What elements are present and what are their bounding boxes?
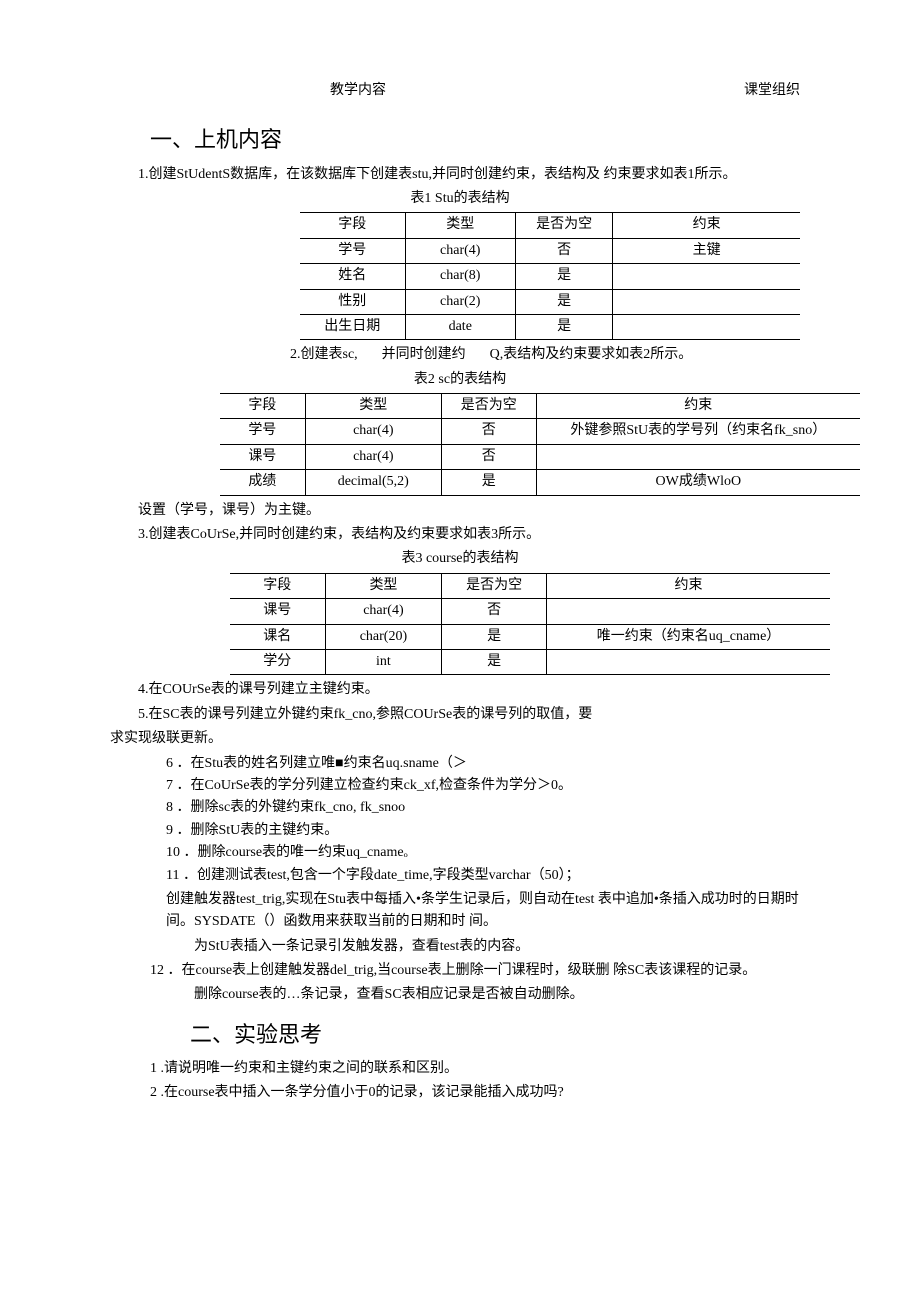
- p4: 4.在COUrSe表的课号列建立主键约束。: [138, 679, 810, 701]
- cell: 否: [442, 599, 547, 624]
- list-item: 8 ．删除sc表的外键约束fk_cno, fk_snoo: [166, 797, 810, 819]
- cell: 出生日期: [300, 314, 405, 339]
- section1-title: 一、上机内容: [150, 122, 810, 157]
- p2a: 2.创建表sc,: [290, 344, 358, 366]
- th: 是否为空: [442, 573, 547, 598]
- cell: char(4): [405, 238, 515, 263]
- cell: [613, 289, 800, 314]
- p2d: 设置（学号，课号）为主键。: [138, 500, 810, 522]
- p11a-text: 创建触发器test_trig,实现在Stu表中每插入•条学生记录后，则自动在te…: [166, 892, 799, 929]
- p12a: 12 ．在course表上创建触发器del_trig,当course表上删除一门…: [150, 960, 810, 982]
- th: 约束: [613, 213, 800, 238]
- th: 字段: [230, 573, 325, 598]
- cell: 是: [442, 624, 547, 649]
- cell: char(4): [305, 444, 441, 469]
- cell: date: [405, 314, 515, 339]
- table-row: 学分 int 是: [230, 650, 830, 675]
- cell: decimal(5,2): [305, 470, 441, 495]
- list-item: 11 ．创建测试表test,包含一个字段date_time,字段类型varcha…: [166, 865, 810, 887]
- th: 类型: [405, 213, 515, 238]
- q2: 2 .在course表中插入一条学分值小于0的记录，该记录能插入成功吗?: [150, 1082, 810, 1104]
- p12b: 删除course表的…条记录，查看SC表相应记录是否被自动删除。: [194, 984, 810, 1006]
- th: 是否为空: [441, 394, 536, 419]
- cell: 主键: [613, 238, 800, 263]
- table-row: 性别 char(2) 是: [300, 289, 800, 314]
- cell: 性别: [300, 289, 405, 314]
- p1: 1.创建StUdentS数据库，在该数据库下创建表stu,并同时创建约束，表结构…: [138, 164, 810, 186]
- cell: 学分: [230, 650, 325, 675]
- section2-title: 二、实验思考: [190, 1017, 810, 1052]
- header-right: 课堂组织: [744, 80, 800, 102]
- table1: 字段 类型 是否为空 约束 学号 char(4) 否 主键 姓名 char(8)…: [300, 212, 800, 340]
- th: 约束: [536, 394, 860, 419]
- cell: 课号: [220, 444, 305, 469]
- cell: 是: [515, 314, 612, 339]
- table3: 字段 类型 是否为空 约束 课号 char(4) 否 课名 char(20) 是…: [230, 573, 830, 676]
- p3: 3.创建表CoUrSe,并同时创建约束，表结构及约束要求如表3所示。: [138, 524, 810, 546]
- p11b: 为StU表插入一条记录引发触发器，查看test表的内容。: [194, 936, 810, 958]
- th: 是否为空: [515, 213, 612, 238]
- cell: 是: [442, 650, 547, 675]
- cell: 否: [515, 238, 612, 263]
- table-row: 成绩 decimal(5,2) 是 OW成绩WloO: [220, 470, 860, 495]
- th: 约束: [547, 573, 830, 598]
- p2c: Q,表结构及约束要求如表2所示。: [490, 344, 693, 366]
- th: 字段: [300, 213, 405, 238]
- list-item: 9 ．删除StU表的主键约束。: [166, 820, 810, 842]
- list-item: 10 ．删除course表的唯一约束uq_cnameₒ: [166, 842, 810, 864]
- cell: 成绩: [220, 470, 305, 495]
- cell: 是: [441, 470, 536, 495]
- table-row: 学号 char(4) 否 外键参照StU表的学号列（约束名fk_sno）: [220, 419, 860, 444]
- cell: char(8): [405, 264, 515, 289]
- table2: 字段 类型 是否为空 约束 学号 char(4) 否 外键参照StU表的学号列（…: [220, 393, 860, 496]
- header-left: 教学内容: [330, 80, 386, 102]
- p5b: 求实现级联更新。: [110, 728, 810, 750]
- cell: OW成绩WloO: [536, 470, 860, 495]
- table-row: 课号 char(4) 否: [230, 599, 830, 624]
- table3-caption: 表3 course的表结构: [110, 548, 810, 570]
- cell: [536, 444, 860, 469]
- cell: char(4): [305, 419, 441, 444]
- th: 类型: [305, 394, 441, 419]
- cell: 姓名: [300, 264, 405, 289]
- p2b: 并同时创建约: [382, 344, 466, 366]
- cell: 课名: [230, 624, 325, 649]
- page-header: 教学内容 课堂组织: [110, 80, 810, 102]
- cell: 否: [441, 444, 536, 469]
- table-row: 字段 类型 是否为空 约束: [300, 213, 800, 238]
- cell: [613, 264, 800, 289]
- cell: 课号: [230, 599, 325, 624]
- table1-caption: 表1 Stu的表结构: [110, 188, 810, 210]
- cell: char(20): [325, 624, 442, 649]
- table2-caption: 表2 sc的表结构: [110, 369, 810, 391]
- th: 字段: [220, 394, 305, 419]
- cell: int: [325, 650, 442, 675]
- cell: 学号: [300, 238, 405, 263]
- cell: 否: [441, 419, 536, 444]
- th: 类型: [325, 573, 442, 598]
- cell: [547, 650, 830, 675]
- list-item: 7 ．在CoUrSe表的学分列建立检查约束ck_xf,检查条件为学分＞0。: [166, 775, 810, 797]
- p2-row: 2.创建表sc, 并同时创建约 Q,表结构及约束要求如表2所示。: [290, 344, 810, 366]
- cell: [547, 599, 830, 624]
- cell: char(2): [405, 289, 515, 314]
- cell: char(4): [325, 599, 442, 624]
- cell: 学号: [220, 419, 305, 444]
- q1: 1 .请说明唯一约束和主键约束之间的联系和区别。: [150, 1058, 810, 1080]
- table-row: 字段 类型 是否为空 约束: [230, 573, 830, 598]
- cell: 是: [515, 289, 612, 314]
- table-row: 学号 char(4) 否 主键: [300, 238, 800, 263]
- cell: [613, 314, 800, 339]
- table-row: 出生日期 date 是: [300, 314, 800, 339]
- table-row: 姓名 char(8) 是: [300, 264, 800, 289]
- cell: 唯一约束（约束名uq_cname）: [547, 624, 830, 649]
- list-item: 6 ．在Stu表的姓名列建立唯■约束名uq.sname（＞: [166, 753, 810, 775]
- cell: 是: [515, 264, 612, 289]
- table-row: 课号 char(4) 否: [220, 444, 860, 469]
- p11a: 创建触发器test_trig,实现在Stu表中每插入•条学生记录后，则自动在te…: [166, 889, 810, 934]
- table-row: 课名 char(20) 是 唯一约束（约束名uq_cname）: [230, 624, 830, 649]
- table-row: 字段 类型 是否为空 约束: [220, 394, 860, 419]
- cell: 外键参照StU表的学号列（约束名fk_sno）: [536, 419, 860, 444]
- p5a: 5.在SC表的课号列建立外键约束fk_cno,参照COUrSe表的课号列的取值，…: [138, 704, 810, 726]
